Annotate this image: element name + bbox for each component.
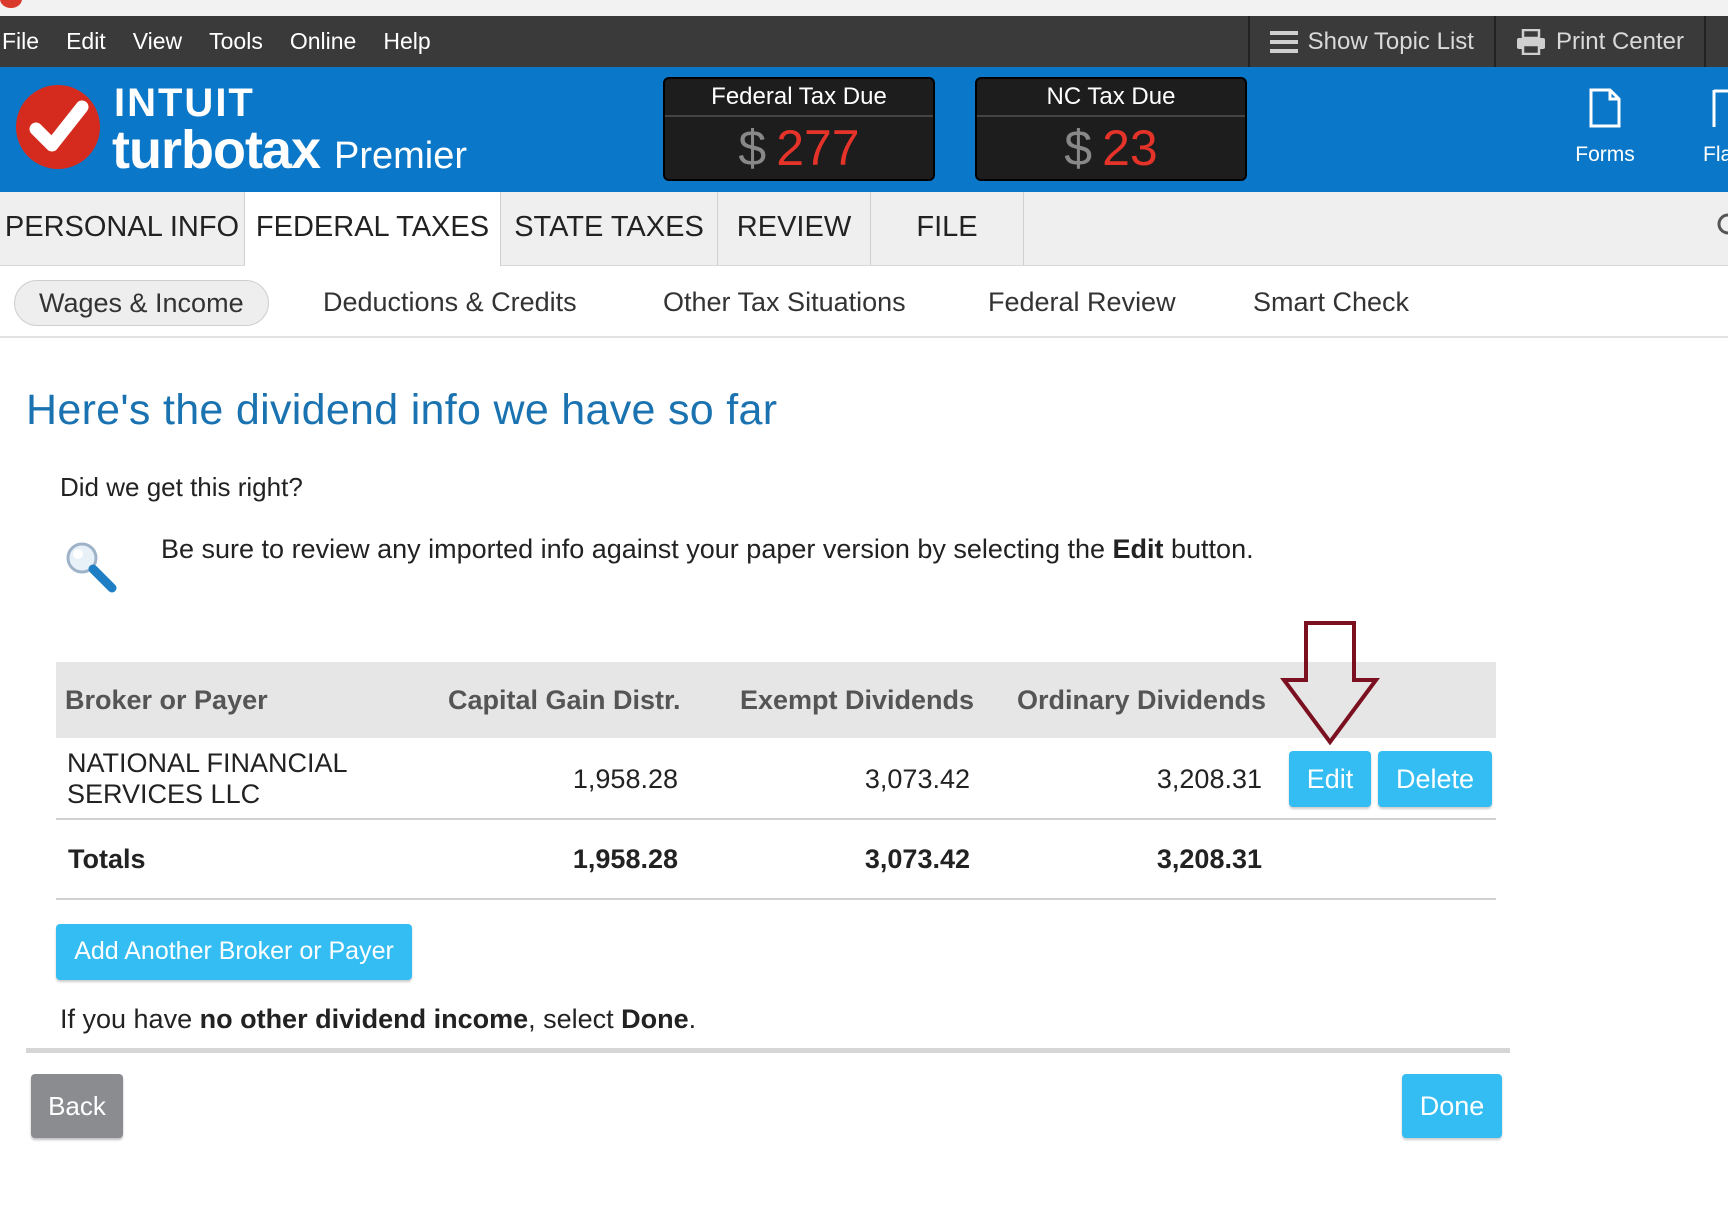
header-ordinary-dividends: Ordinary Dividends xyxy=(1017,685,1267,715)
down-arrow-annotation xyxy=(1280,621,1380,746)
forms-button[interactable]: Forms xyxy=(1570,87,1640,167)
flag-icon xyxy=(1712,89,1728,127)
subtab-deductions-credits[interactable]: Deductions & Credits xyxy=(323,280,577,326)
tip-text-bold: Edit xyxy=(1112,534,1164,564)
delete-button[interactable]: Delete xyxy=(1378,751,1492,807)
federal-tax-due-label: Federal Tax Due xyxy=(665,79,933,117)
tab-review[interactable]: REVIEW xyxy=(718,192,871,265)
row-exempt-dividends: 3,073.42 xyxy=(864,764,970,794)
print-center-label: Print Center xyxy=(1555,27,1684,55)
final-text-middle: , select xyxy=(528,1004,622,1034)
menu-edit[interactable]: Edit xyxy=(64,28,119,55)
row-ordinary-dividends: 3,208.31 xyxy=(1156,764,1262,794)
subtab-wages-income[interactable]: Wages & Income xyxy=(14,280,269,326)
brand-edition: Premier xyxy=(334,135,468,177)
magnifier-icon xyxy=(66,542,117,593)
checkmark-icon xyxy=(29,100,89,152)
subtab-other-tax-situations[interactable]: Other Tax Situations xyxy=(663,280,906,326)
window-close-dot[interactable] xyxy=(0,0,22,8)
federal-currency: $ xyxy=(738,120,767,176)
state-tax-due-label: NC Tax Due xyxy=(977,79,1245,117)
payer-name: NATIONAL FINANCIAL SERVICES LLC xyxy=(67,748,348,810)
totals-exempt-dividends: 3,073.42 xyxy=(864,844,970,874)
document-icon xyxy=(1589,88,1621,128)
menu-tools[interactable]: Tools xyxy=(207,28,276,55)
forms-label: Forms xyxy=(1575,143,1635,166)
federal-amount-value: 277 xyxy=(776,120,860,176)
menu-file[interactable]: File xyxy=(0,28,52,55)
totals-label: Totals xyxy=(68,844,146,874)
print-center-button[interactable]: Print Center xyxy=(1493,16,1704,67)
sub-tabs: Wages & Income Deductions & Credits Othe… xyxy=(0,266,1728,338)
tab-personal-info[interactable]: PERSONAL INFO xyxy=(0,192,245,265)
header-capital-gain: Capital Gain Distr. xyxy=(448,685,681,715)
window-top-strip xyxy=(0,0,1728,16)
state-tax-due-amount: $23 xyxy=(977,117,1245,179)
search-icon[interactable] xyxy=(1714,212,1728,242)
edit-button[interactable]: Edit xyxy=(1289,751,1371,807)
show-topic-list-label: Show Topic List xyxy=(1307,27,1474,55)
state-amount-value: 23 xyxy=(1102,120,1158,176)
page-question: Did we get this right? xyxy=(60,472,303,502)
federal-tax-due-amount: $277 xyxy=(665,117,933,179)
brand-turbotax: turbotax xyxy=(112,120,321,180)
table-row: NATIONAL FINANCIAL SERVICES LLC 1,958.28… xyxy=(56,738,1496,820)
review-tip: Be sure to review any imported info agai… xyxy=(161,534,1254,565)
header-broker-payer: Broker or Payer xyxy=(65,685,268,715)
menu-overflow[interactable] xyxy=(1704,16,1728,67)
add-another-broker-button[interactable]: Add Another Broker or Payer xyxy=(56,924,412,980)
footer-divider xyxy=(26,1048,1510,1053)
totals-row: Totals 1,958.28 3,073.42 3,208.31 xyxy=(56,820,1496,900)
final-text-after: . xyxy=(688,1004,697,1034)
done-button[interactable]: Done xyxy=(1402,1074,1502,1138)
flag-button[interactable]: Fla xyxy=(1700,87,1728,167)
tab-federal-taxes[interactable]: FEDERAL TAXES xyxy=(245,192,501,266)
tip-text-after: button. xyxy=(1163,534,1254,564)
list-icon xyxy=(1269,30,1298,53)
payer-name-line2: SERVICES LLC xyxy=(67,779,261,809)
done-instruction: If you have no other dividend income, se… xyxy=(60,1004,696,1035)
final-text-bold-1: no other dividend income xyxy=(199,1004,529,1034)
subtab-smart-check[interactable]: Smart Check xyxy=(1253,280,1409,326)
final-text-bold-2: Done xyxy=(621,1004,689,1034)
final-text-before: If you have xyxy=(60,1004,200,1034)
menu-view[interactable]: View xyxy=(131,28,195,55)
tip-text-before: Be sure to review any imported info agai… xyxy=(161,534,1113,564)
subtab-federal-review[interactable]: Federal Review xyxy=(988,280,1176,326)
menu-online[interactable]: Online xyxy=(288,28,369,55)
row-capital-gain: 1,958.28 xyxy=(572,764,678,794)
main-tabs: PERSONAL INFO FEDERAL TAXES STATE TAXES … xyxy=(0,192,1728,266)
state-tax-due-box[interactable]: NC Tax Due $23 xyxy=(975,77,1247,181)
totals-capital-gain: 1,958.28 xyxy=(572,844,678,874)
menu-bar: File Edit View Tools Online Help Show To… xyxy=(0,16,1728,67)
payer-name-line1: NATIONAL FINANCIAL xyxy=(67,748,348,778)
header-exempt-dividends: Exempt Dividends xyxy=(740,685,975,715)
app-header: INTUIT turbotax Premier Federal Tax Due … xyxy=(0,67,1728,192)
turbotax-logo xyxy=(16,85,100,169)
back-button[interactable]: Back xyxy=(31,1074,123,1138)
tab-file[interactable]: FILE xyxy=(871,192,1024,265)
federal-tax-due-box[interactable]: Federal Tax Due $277 xyxy=(663,77,935,181)
state-currency: $ xyxy=(1064,120,1093,176)
page-title: Here's the dividend info we have so far xyxy=(26,386,778,434)
show-topic-list-button[interactable]: Show Topic List xyxy=(1247,16,1494,67)
flag-label: Fla xyxy=(1703,143,1728,166)
printer-icon xyxy=(1516,28,1545,55)
totals-ordinary-dividends: 3,208.31 xyxy=(1156,844,1262,874)
tab-state-taxes[interactable]: STATE TAXES xyxy=(501,192,718,265)
menu-help[interactable]: Help xyxy=(381,28,443,55)
